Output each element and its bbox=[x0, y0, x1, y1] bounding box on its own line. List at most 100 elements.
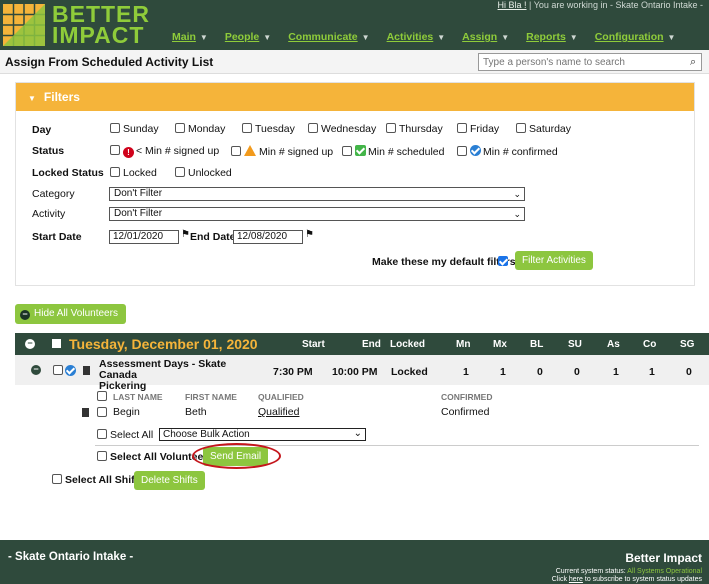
day-monday-checkbox[interactable]: Monday bbox=[175, 123, 225, 135]
shift-name: Assessment Days - Skate Canada Pickering bbox=[99, 359, 259, 392]
volunteer-qualified-link[interactable]: Qualified bbox=[258, 406, 299, 418]
minus-circle-icon: − bbox=[20, 310, 30, 320]
checkbox[interactable] bbox=[242, 123, 252, 133]
day-sunday-checkbox[interactable]: Sunday bbox=[110, 123, 159, 135]
search-icon[interactable]: ⌕ bbox=[690, 56, 696, 69]
status-min-confirmed-checkbox[interactable]: Min # confirmed bbox=[457, 145, 558, 158]
warning-icon bbox=[244, 145, 256, 156]
filters-header[interactable]: ▼ Filters bbox=[16, 83, 694, 111]
shift-mx: 1 bbox=[500, 366, 506, 378]
chevron-down-icon: ⌄ bbox=[513, 189, 521, 199]
col-co: Co bbox=[643, 339, 657, 350]
drag-handle-icon[interactable] bbox=[82, 408, 89, 417]
col-qualified: QUALIFIED bbox=[258, 392, 304, 402]
locked-status-label: Locked Status bbox=[32, 167, 104, 179]
day-friday-checkbox[interactable]: Friday bbox=[457, 123, 499, 135]
nav-communicate-label: Communicate bbox=[288, 31, 358, 43]
status-min-signed-label: Min # signed up bbox=[259, 146, 334, 158]
select-all-shifts-checkbox[interactable]: Select All Shifts bbox=[52, 474, 144, 486]
nav-assign-label: Assign bbox=[462, 31, 498, 43]
chevron-down-icon: ⌄ bbox=[353, 428, 362, 439]
checkbox[interactable] bbox=[110, 167, 120, 177]
checkbox[interactable] bbox=[231, 146, 241, 156]
select-day-checkbox[interactable] bbox=[52, 339, 61, 348]
day-thursday-label: Thursday bbox=[399, 123, 443, 135]
nav-people-label: People bbox=[224, 31, 260, 43]
status-below-min-signed-checkbox[interactable]: ! < Min # signed up bbox=[110, 145, 219, 158]
greeting-line: Hi Bla ! | You are working in - Skate On… bbox=[497, 0, 703, 10]
hide-all-volunteers-button[interactable]: − Hide All Volunteers bbox=[15, 304, 126, 324]
status-min-scheduled-label: Min # scheduled bbox=[368, 146, 445, 158]
shift-sg: 0 bbox=[686, 366, 692, 378]
shift-as: 1 bbox=[613, 366, 619, 378]
greeting-link[interactable]: Hi Bla ! bbox=[498, 0, 527, 10]
collapse-shift-icon[interactable]: − bbox=[31, 365, 41, 375]
end-date-input[interactable]: 12/08/2020 bbox=[233, 230, 303, 244]
category-select[interactable]: Don't Filter ⌄ bbox=[109, 187, 525, 201]
checkbox[interactable] bbox=[516, 123, 526, 133]
checkbox[interactable] bbox=[52, 474, 62, 484]
status-min-signed-checkbox[interactable]: Min # signed up bbox=[231, 145, 333, 158]
checkbox[interactable] bbox=[97, 451, 107, 461]
volunteer-header-checkbox[interactable] bbox=[97, 391, 107, 401]
col-mn: Mn bbox=[456, 339, 471, 350]
status-prefix: Current system status: bbox=[555, 568, 626, 575]
checkbox[interactable] bbox=[110, 145, 120, 155]
checkbox[interactable] bbox=[457, 123, 467, 133]
nav-assign[interactable]: Assign ▼ bbox=[462, 31, 509, 43]
col-as: As bbox=[607, 339, 620, 350]
shift-co: 1 bbox=[649, 366, 655, 378]
nav-communicate[interactable]: Communicate ▼ bbox=[288, 31, 369, 43]
col-first-name: FIRST NAME bbox=[185, 392, 237, 402]
delete-shifts-button[interactable]: Delete Shifts bbox=[134, 471, 205, 490]
shift-checkbox[interactable] bbox=[53, 365, 63, 375]
subscribe-link[interactable]: here bbox=[569, 576, 583, 583]
volunteer-confirmed: Confirmed bbox=[441, 406, 490, 418]
select-all-checkbox[interactable]: Select All bbox=[97, 429, 153, 441]
checkbox[interactable] bbox=[457, 146, 467, 156]
day-tuesday-checkbox[interactable]: Tuesday bbox=[242, 123, 295, 135]
nav-configuration[interactable]: Configuration ▼ bbox=[595, 31, 676, 43]
status-min-scheduled-checkbox[interactable]: Min # scheduled bbox=[342, 145, 444, 158]
shift-row: − Assessment Days - Skate Canada Pickeri… bbox=[15, 355, 709, 392]
nav-main[interactable]: Main ▼ bbox=[172, 31, 208, 43]
highlight-circle bbox=[192, 443, 281, 469]
day-wednesday-checkbox[interactable]: Wednesday bbox=[308, 123, 376, 135]
volunteer-checkbox[interactable] bbox=[97, 407, 107, 417]
select-all-shifts-label: Select All Shifts bbox=[65, 474, 144, 486]
activity-select[interactable]: Don't Filter ⌄ bbox=[109, 207, 525, 221]
unlocked-checkbox[interactable]: Unlocked bbox=[175, 167, 232, 179]
logo-text: BETTER IMPACT bbox=[52, 3, 150, 48]
nav-activities[interactable]: Activities ▼ bbox=[387, 31, 446, 43]
default-filters-label: Make these my default filters bbox=[372, 256, 516, 268]
drag-handle-icon[interactable] bbox=[83, 366, 90, 375]
day-thursday-checkbox[interactable]: Thursday bbox=[386, 123, 443, 135]
checkbox[interactable] bbox=[175, 167, 185, 177]
logo-line-2: IMPACT bbox=[52, 22, 145, 48]
calendar-icon[interactable]: ⚑ bbox=[181, 229, 190, 240]
col-end: End bbox=[362, 339, 381, 350]
day-saturday-checkbox[interactable]: Saturday bbox=[516, 123, 571, 135]
checkbox[interactable] bbox=[342, 146, 352, 156]
checkbox[interactable] bbox=[386, 123, 396, 133]
filters-panel: ▼ Filters bbox=[15, 82, 695, 286]
start-date-input[interactable]: 12/01/2020 bbox=[109, 230, 179, 244]
nav-reports[interactable]: Reports ▼ bbox=[526, 31, 578, 43]
search-input[interactable] bbox=[478, 53, 702, 71]
bulk-action-select[interactable]: Choose Bulk Action ⌄ bbox=[159, 428, 366, 441]
chevron-down-icon: ▼ bbox=[437, 33, 446, 42]
checkbox[interactable] bbox=[175, 123, 185, 133]
default-filters-checkbox[interactable] bbox=[498, 256, 508, 266]
filter-activities-button[interactable]: Filter Activities bbox=[515, 251, 593, 270]
checkbox[interactable] bbox=[308, 123, 318, 133]
checkbox[interactable] bbox=[110, 123, 120, 133]
nav-people[interactable]: People ▼ bbox=[225, 31, 271, 43]
collapse-icon[interactable]: − bbox=[25, 339, 35, 349]
footer: - Skate Ontario Intake - Better Impact C… bbox=[0, 540, 709, 584]
logo-icon bbox=[3, 4, 45, 46]
footer-brand: Better Impact bbox=[625, 551, 702, 565]
checkbox[interactable] bbox=[97, 429, 107, 439]
calendar-icon[interactable]: ⚑ bbox=[305, 229, 314, 240]
locked-checkbox[interactable]: Locked bbox=[110, 167, 157, 179]
chevron-down-icon: ▼ bbox=[28, 94, 36, 103]
